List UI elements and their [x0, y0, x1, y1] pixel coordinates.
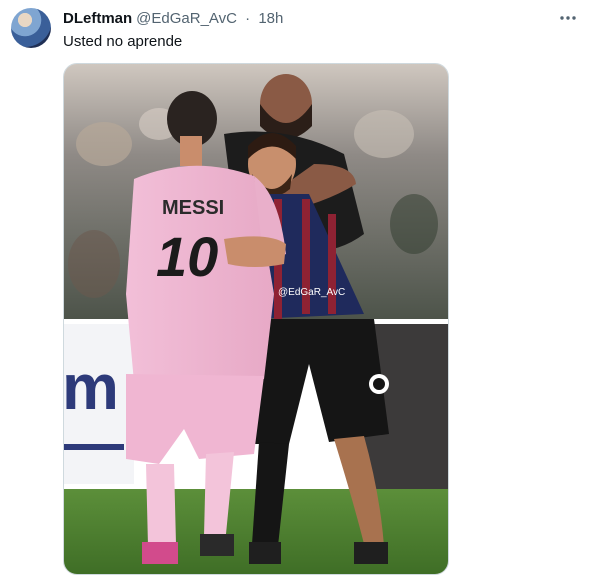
jersey-number: 10: [156, 225, 218, 288]
tweet-media-photo[interactable]: m @EdGaR_AvC MESSI 10: [63, 63, 449, 575]
watermark: @EdGaR_AvC: [278, 287, 345, 298]
more-horizontal-icon: [560, 16, 576, 20]
jersey-name: MESSI: [162, 197, 224, 219]
banner-text: m: [64, 351, 119, 423]
tweet-text: Usted no aprende: [63, 33, 183, 50]
tweet-header: DLeftman @EdGaR_AvC · 18h: [63, 10, 283, 28]
handle[interactable]: @EdGaR_AvC: [136, 10, 237, 27]
more-options-button[interactable]: [556, 7, 580, 29]
avatar[interactable]: [11, 8, 51, 48]
tweet: DLeftman @EdGaR_AvC · 18h Usted no aprend…: [0, 0, 589, 576]
photo-illustration: m @EdGaR_AvC MESSI 10: [64, 64, 448, 574]
display-name[interactable]: DLeftman: [63, 10, 132, 27]
separator: ·: [245, 10, 251, 27]
timestamp[interactable]: 18h: [258, 10, 283, 27]
